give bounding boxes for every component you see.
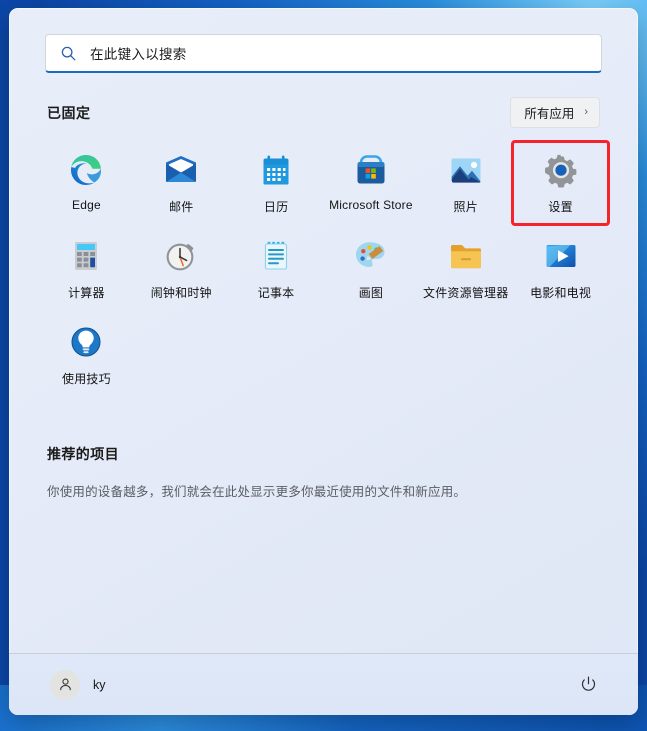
all-apps-label: 所有应用 — [524, 107, 575, 121]
pinned-app-label: 邮件 — [169, 200, 194, 214]
chevron-right-icon: › — [584, 106, 588, 118]
search-icon — [60, 45, 77, 62]
power-icon — [581, 676, 595, 691]
store-icon — [353, 152, 389, 188]
pinned-app-tile[interactable]: 使用技巧 — [39, 314, 134, 396]
pinned-app-label: 设置 — [548, 200, 573, 214]
pinned-app-tile[interactable]: 日历 — [229, 142, 324, 224]
lightbulb-icon — [68, 324, 104, 360]
search-placeholder-text: 在此键入以搜索 — [90, 47, 187, 62]
pinned-app-label: 画图 — [358, 286, 384, 300]
pinned-app-label: 照片 — [453, 200, 478, 214]
user-account-button[interactable]: ky — [45, 665, 114, 705]
pinned-app-tile[interactable]: 记事本 — [229, 228, 324, 310]
recommended-section: 推荐的项目 你使用的设备越多，我们就会在此处显示更多你最近使用的文件和新应用。 — [47, 444, 600, 653]
pinned-header: 已固定 所有应用 › — [47, 97, 600, 128]
start-menu-panel: 在此键入以搜索 已固定 所有应用 › Edge 邮件 日历 Microsoft … — [9, 8, 638, 715]
pinned-app-label: Microsoft Store — [329, 198, 413, 212]
movies-tv-icon — [543, 238, 579, 274]
pinned-app-label: Edge — [72, 198, 101, 212]
pinned-app-label: 日历 — [263, 200, 289, 214]
folder-icon — [448, 238, 484, 274]
pinned-app-tile[interactable]: 闹钟和时钟 — [134, 228, 229, 310]
pinned-app-tile[interactable]: 照片 — [418, 142, 513, 224]
clock-icon — [163, 238, 199, 274]
pinned-app-label: 记事本 — [257, 286, 295, 300]
photos-icon — [448, 152, 484, 188]
all-apps-button[interactable]: 所有应用 › — [510, 97, 600, 128]
pinned-app-tile[interactable]: Edge — [39, 142, 134, 224]
mail-icon — [163, 152, 199, 188]
calculator-icon — [68, 238, 104, 274]
pinned-app-tile[interactable]: Microsoft Store — [324, 142, 419, 224]
user-name-label: ky — [93, 677, 106, 692]
recommended-empty-text: 你使用的设备越多，我们就会在此处显示更多你最近使用的文件和新应用。 — [47, 485, 467, 499]
search-area: 在此键入以搜索 — [45, 34, 602, 73]
start-menu-footer: ky — [9, 653, 638, 715]
power-button[interactable] — [572, 669, 604, 701]
pinned-app-tile[interactable]: 邮件 — [134, 142, 229, 224]
pinned-apps-grid: Edge 邮件 日历 Microsoft Store 照片 设置 计算器 闹钟和… — [39, 140, 610, 396]
paint-palette-icon — [353, 238, 389, 274]
pinned-app-tile[interactable]: 设置 — [511, 140, 610, 226]
pinned-app-label: 文件资源管理器 — [423, 286, 509, 300]
pinned-app-label: 计算器 — [68, 286, 105, 300]
pinned-app-label: 电影和电视 — [530, 286, 592, 300]
pinned-app-label: 闹钟和时钟 — [150, 286, 212, 300]
pinned-app-tile[interactable]: 电影和电视 — [513, 228, 608, 310]
pinned-app-tile[interactable]: 文件资源管理器 — [418, 228, 513, 310]
pinned-app-tile[interactable]: 画图 — [324, 228, 419, 310]
calendar-icon — [258, 152, 294, 188]
pinned-app-label: 使用技巧 — [62, 372, 111, 386]
recommended-title: 推荐的项目 — [47, 446, 119, 462]
edge-icon — [68, 152, 104, 188]
person-icon — [50, 669, 80, 700]
settings-gear-icon — [543, 152, 579, 188]
pinned-title: 已固定 — [47, 104, 91, 121]
search-input[interactable]: 在此键入以搜索 — [45, 34, 602, 73]
pinned-app-tile[interactable]: 计算器 — [39, 228, 134, 310]
notepad-icon — [258, 238, 294, 274]
